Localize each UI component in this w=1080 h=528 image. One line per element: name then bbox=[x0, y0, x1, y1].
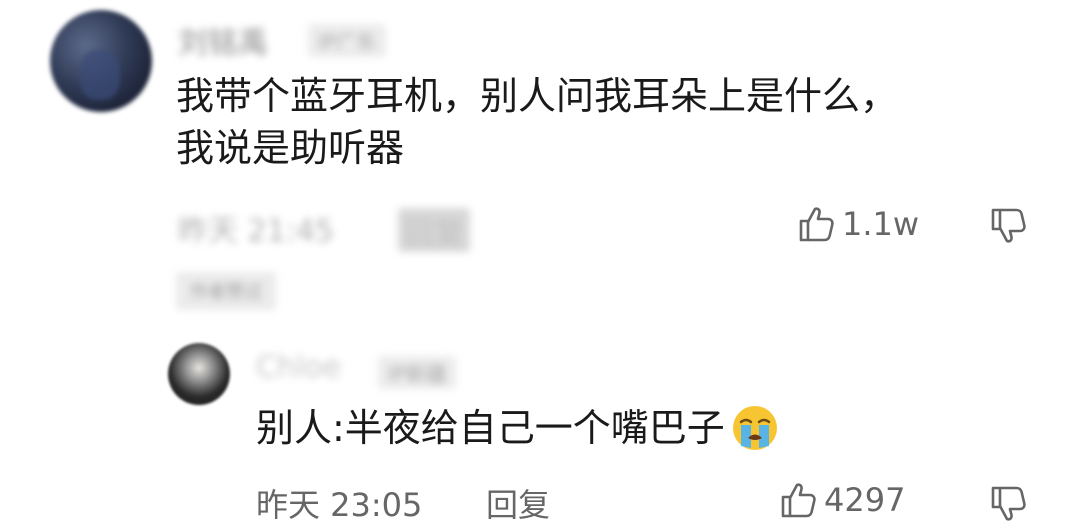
ip-location-badge: IP广东 bbox=[308, 24, 386, 57]
reply-body[interactable]: 别人:半夜给自己一个嘴巴子 bbox=[256, 402, 896, 454]
like-button[interactable]: 1.1w bbox=[796, 204, 919, 244]
thumbs-up-icon bbox=[799, 207, 834, 242]
comment-text-line: 我带个蓝牙耳机，别人问我耳朵上是什么， bbox=[176, 74, 899, 118]
comment-username[interactable]: 刘铭禹 bbox=[178, 18, 268, 62]
like-count: 1.1w bbox=[842, 205, 920, 243]
comment-text-line: 我说是助听器 bbox=[176, 126, 405, 170]
reply-button[interactable]: 回复 bbox=[398, 208, 470, 252]
reply-like-button[interactable]: 4297 bbox=[778, 480, 905, 520]
reply-dislike-button[interactable] bbox=[988, 484, 1028, 528]
reply-like-count: 4297 bbox=[824, 481, 906, 519]
thumbs-down-icon bbox=[991, 486, 1026, 521]
thumbs-up-icon bbox=[781, 483, 816, 518]
comment-body[interactable]: 我带个蓝牙耳机，别人问我耳朵上是什么， 我说是助听器 bbox=[176, 70, 1026, 174]
comment-timestamp: 昨天 21:45 bbox=[178, 214, 334, 249]
reply-timestamp: 昨天 23:05 bbox=[256, 486, 423, 524]
comment-thread: 刘铭禹 IP广东 我带个蓝牙耳机，别人问我耳朵上是什么， 我说是助听器 昨天 2… bbox=[0, 0, 1080, 528]
avatar[interactable] bbox=[50, 10, 152, 112]
thumbs-down-icon bbox=[991, 208, 1026, 243]
reply-reply-button[interactable]: 回复 bbox=[486, 480, 550, 526]
dislike-button[interactable] bbox=[988, 206, 1028, 250]
reply-ip-location-badge: IP新疆 bbox=[378, 356, 456, 389]
loudly-crying-face-icon bbox=[732, 405, 777, 450]
reply-username[interactable]: Chloe bbox=[256, 350, 341, 385]
reply-avatar[interactable] bbox=[168, 343, 230, 405]
reply-text: 别人:半夜给自己一个嘴巴子 bbox=[256, 406, 725, 450]
author-liked-badge: 作者赞过 bbox=[176, 272, 276, 310]
